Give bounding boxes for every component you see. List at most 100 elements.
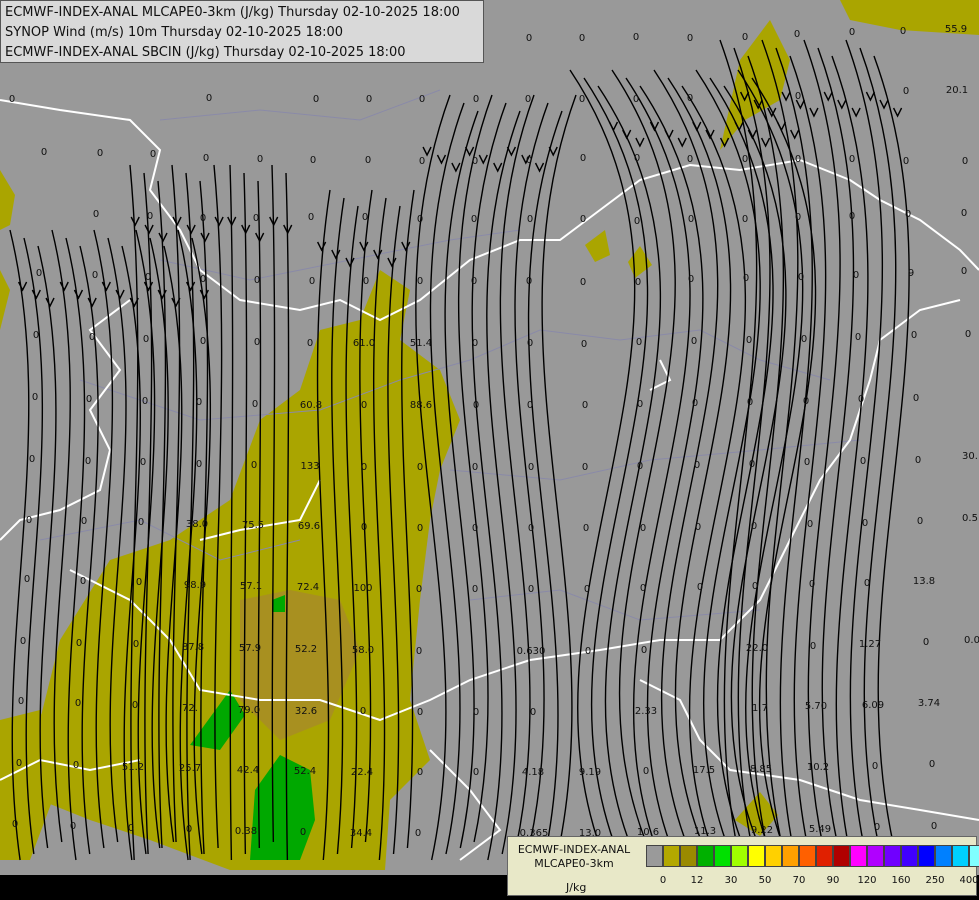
value-label: 72.	[182, 703, 198, 714]
value-label: 0	[16, 758, 22, 769]
value-label: 69.6	[298, 521, 320, 532]
value-label: 0	[810, 641, 816, 652]
value-label: 0	[687, 93, 693, 104]
legend-swatch	[850, 845, 867, 867]
legend-swatch	[782, 845, 799, 867]
value-label: 0	[804, 457, 810, 468]
value-label: 0	[795, 212, 801, 223]
value-label: 0	[961, 208, 967, 219]
value-label: 0.0	[964, 635, 979, 646]
value-label: 0	[89, 332, 95, 343]
value-label: 0	[200, 213, 206, 224]
weather-map: 55.9 20.1 0 0 0 0 0 0 0 0 0 0 0 0 0 0 0 0 0 0 0 0 0 0 0 0 0 0 0 0 0 0 0 0…	[0, 0, 979, 900]
legend-swatch	[731, 845, 748, 867]
value-label: 0	[742, 154, 748, 165]
legend-tick-label: 90	[826, 875, 840, 886]
value-label: 0	[801, 334, 807, 345]
value-label: 0	[203, 153, 209, 164]
value-label: 0	[472, 523, 478, 534]
value-label: 0	[417, 707, 423, 718]
value-label: 0	[36, 268, 42, 279]
value-label: 0	[81, 516, 87, 527]
value-label: 0	[747, 397, 753, 408]
value-label: 0	[417, 523, 423, 534]
value-label: 0	[128, 823, 134, 834]
value-label: 0	[923, 637, 929, 648]
value-label: 0	[419, 94, 425, 105]
value-label: 0	[85, 456, 91, 467]
value-label: 0	[254, 275, 260, 286]
legend-swatch	[884, 845, 901, 867]
value-label: 61.0	[353, 338, 375, 349]
value-label: 0	[697, 582, 703, 593]
value-label: 0	[186, 824, 192, 835]
value-label: 51.4	[410, 338, 432, 349]
value-label: 0	[583, 523, 589, 534]
legend-swatch	[816, 845, 833, 867]
value-label: 0	[472, 338, 478, 349]
legend-swatch	[748, 845, 765, 867]
value-label: 0	[795, 91, 801, 102]
value-label: 0	[582, 400, 588, 411]
legend-swatch	[697, 845, 714, 867]
legend-title: ECMWF-INDEX-ANAL MLCAPE0-3km	[510, 843, 638, 871]
value-label: 0	[849, 154, 855, 165]
value-label: 87.8	[182, 642, 204, 653]
value-label: 0	[473, 707, 479, 718]
value-label: 0	[143, 334, 149, 345]
value-label: 0	[417, 214, 423, 225]
value-label: 22.0	[746, 643, 768, 654]
value-label: 0	[643, 766, 649, 777]
value-label: 0	[309, 276, 315, 287]
value-label: 0	[903, 86, 909, 97]
value-label: 1.27	[859, 639, 881, 650]
value-label: 0	[527, 400, 533, 411]
legend-tick-label: 0	[659, 875, 667, 886]
value-label: 25.7	[179, 763, 201, 774]
legend-tick-label: 400	[959, 875, 979, 886]
value-label: 0	[917, 516, 923, 527]
value-label: 42.4	[237, 765, 259, 776]
map-header: ECMWF-INDEX-ANAL MLCAPE0-3km (J/kg) Thur…	[0, 0, 484, 63]
value-label: 0	[687, 33, 693, 44]
value-label: 0	[133, 639, 139, 650]
value-label: 98.9	[184, 580, 206, 591]
value-label: 0	[526, 155, 532, 166]
value-label: 0	[742, 214, 748, 225]
value-label: 0	[858, 394, 864, 405]
value-label: 0	[366, 94, 372, 105]
value-label: 30.	[962, 451, 978, 462]
header-line-cin: ECMWF-INDEX-ANAL SBCIN (J/kg) Thursday 0…	[5, 45, 406, 60]
value-label: 0	[527, 338, 533, 349]
value-label: 0	[900, 26, 906, 37]
value-label: 0	[196, 397, 202, 408]
value-label: 0	[419, 156, 425, 167]
legend-title-line2: MLCAPE0-3km	[534, 857, 614, 870]
value-label: 1.7	[752, 703, 768, 714]
legend-title-line1: ECMWF-INDEX-ANAL	[517, 843, 631, 856]
value-label: 0	[473, 94, 479, 105]
legend-tick-label: 50	[758, 875, 772, 886]
value-label: 55.9	[945, 24, 967, 35]
value-label: 0	[853, 270, 859, 281]
value-label: 52.4	[294, 766, 316, 777]
legend-swatch	[867, 845, 884, 867]
value-label: 0	[257, 154, 263, 165]
value-label: 0	[751, 521, 757, 532]
value-label: 51.2	[122, 762, 144, 773]
value-label: 0	[637, 461, 643, 472]
value-label: 0	[688, 214, 694, 225]
value-label: 0	[874, 822, 880, 833]
value-label: 0	[20, 636, 26, 647]
value-label: 0	[361, 400, 367, 411]
value-label: 0	[742, 32, 748, 43]
value-label: 0	[253, 213, 259, 224]
value-label: 0	[86, 394, 92, 405]
value-label: 17.5	[693, 765, 715, 776]
value-label: 0	[807, 519, 813, 530]
value-label: 0	[579, 33, 585, 44]
value-label: 0	[29, 454, 35, 465]
value-label: 0	[416, 584, 422, 595]
value-label: 0	[12, 819, 18, 830]
legend-swatch	[646, 845, 663, 867]
